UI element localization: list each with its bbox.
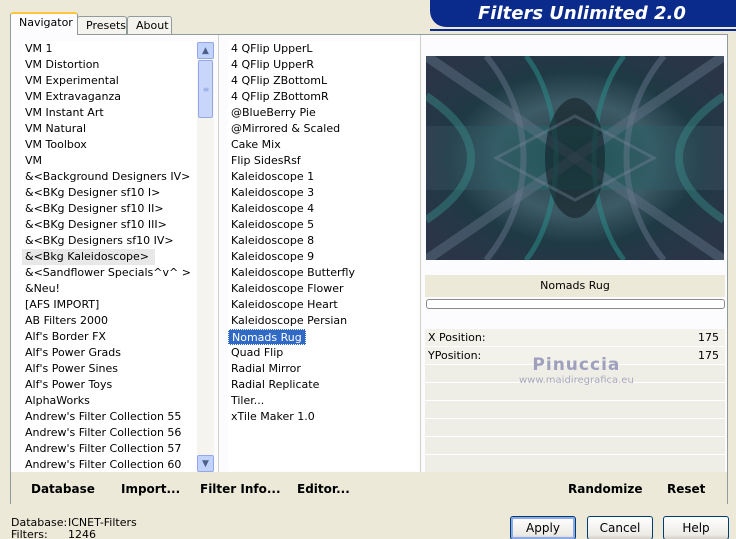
list-item[interactable]: VM Experimental (22, 73, 198, 89)
brand-title: Filters Unlimited 2.0 (430, 0, 736, 31)
param-value[interactable]: 175 (698, 349, 719, 362)
list-item[interactable]: &<Sandflower Specials^v^ > (22, 265, 198, 281)
list-item[interactable]: Andrew's Filter Collection 55 (22, 409, 198, 425)
list-item[interactable]: &<BKg Designer sf10 II> (22, 201, 198, 217)
list-item[interactable]: VM Instant Art (22, 105, 198, 121)
scroll-thumb[interactable]: ≡ (198, 60, 213, 118)
list-item[interactable]: @BlueBerry Pie (228, 105, 418, 121)
progress-bar (426, 299, 725, 309)
help-button[interactable]: Help (663, 516, 729, 539)
category-scrollbar[interactable]: ▲ ≡ ▼ (197, 42, 214, 472)
list-item[interactable]: &<BKg Designer sf10 I> (22, 185, 198, 201)
list-item[interactable]: AB Filters 2000 (22, 313, 198, 329)
list-item[interactable]: Andrew's Filter Collection 60 (22, 457, 198, 473)
list-item[interactable]: Kaleidoscope 9 (228, 249, 418, 265)
list-item[interactable]: Kaleidoscope 3 (228, 185, 418, 201)
list-item[interactable]: 4 QFlip UpperL (228, 41, 418, 57)
list-item[interactable]: Kaleidoscope Butterfly (228, 265, 418, 281)
randomize-link[interactable]: Randomize (568, 482, 642, 496)
list-item[interactable]: Flip SidesRsf (228, 153, 418, 169)
list-item[interactable]: 4 QFlip ZBottomL (228, 73, 418, 89)
list-item[interactable]: Cake Mix (228, 137, 418, 153)
list-item[interactable]: 4 QFlip UpperR (228, 57, 418, 73)
list-item[interactable]: @Mirrored & Scaled (228, 121, 418, 137)
param-label: YPosition: (428, 349, 482, 362)
watermark-url: www.maidiregrafica.eu (519, 375, 634, 386)
list-item[interactable]: Tiler... (228, 393, 418, 409)
list-item[interactable]: Kaleidoscope 8 (228, 233, 418, 249)
param-row-empty (425, 437, 725, 455)
filter-name-label: Nomads Rug (425, 275, 725, 297)
param-label: X Position: (428, 331, 486, 344)
list-item[interactable]: Kaleidoscope Heart (228, 297, 418, 313)
status-area: Database:ICNET-Filters Filters: 1246 (11, 517, 137, 539)
navigator-panel: VM 1 VM Distortion VM Experimental VM Extra… (10, 34, 728, 504)
list-item[interactable]: VM Natural (22, 121, 198, 137)
list-item[interactable]: AlphaWorks (22, 393, 198, 409)
reset-link[interactable]: Reset (667, 482, 705, 496)
scroll-up-button[interactable]: ▲ (197, 42, 214, 59)
list-item[interactable]: VM Extravaganza (22, 89, 198, 105)
list-item[interactable]: &Neu! (22, 281, 198, 297)
tab-about[interactable]: About (127, 16, 172, 34)
list-item[interactable]: [AFS IMPORT] (22, 297, 198, 313)
param-value[interactable]: 175 (698, 331, 719, 344)
filter-list[interactable]: 4 QFlip UpperL 4 QFlip UpperR 4 QFlip ZBot… (228, 41, 418, 471)
filter-info-link[interactable]: Filter Info... (200, 482, 281, 496)
tab-navigator[interactable]: Navigator (10, 12, 78, 35)
param-row-empty (425, 455, 725, 473)
list-item[interactable]: Alf's Border FX (22, 329, 198, 345)
list-item[interactable]: VM Distortion (22, 57, 198, 73)
editor-link[interactable]: Editor... (297, 482, 350, 496)
list-item[interactable]: Quad Flip (228, 345, 418, 361)
list-item[interactable]: Nomads Rug (228, 329, 306, 345)
cancel-button[interactable]: Cancel (587, 516, 653, 539)
status-filters-label: Filters: (11, 528, 48, 539)
status-filters-value: 1246 (68, 528, 96, 539)
list-item[interactable]: Radial Replicate (228, 377, 418, 393)
param-row-x-position[interactable]: X Position: 175 (425, 329, 725, 347)
watermark-title: Pinuccia (532, 355, 621, 375)
param-row-empty (425, 419, 725, 437)
tab-presets[interactable]: Presets (77, 16, 127, 34)
list-divider (218, 35, 219, 473)
list-item[interactable]: &<Background Designers IV> (22, 169, 198, 185)
scroll-down-button[interactable]: ▼ (197, 455, 214, 472)
list-item[interactable]: Alf's Power Toys (22, 377, 198, 393)
list-item[interactable]: Alf's Power Sines (22, 361, 198, 377)
list-item[interactable]: VM Toolbox (22, 137, 198, 153)
param-row-empty (425, 401, 725, 419)
list-item[interactable]: Kaleidoscope Flower (228, 281, 418, 297)
parameter-list: X Position: 175 YPosition: 175 (425, 329, 725, 473)
list-item[interactable]: Radial Mirror (228, 361, 418, 377)
category-list[interactable]: VM 1 VM Distortion VM Experimental VM Extra… (22, 41, 198, 473)
list-item[interactable]: &<Bkg Kaleidoscope> (22, 249, 156, 265)
chevron-up-icon: ▲ (202, 45, 209, 56)
preview-divider (420, 35, 421, 473)
apply-button[interactable]: Apply (510, 516, 576, 539)
list-item[interactable]: Kaleidoscope 1 (228, 169, 418, 185)
list-item[interactable]: Alf's Power Grads (22, 345, 198, 361)
list-item[interactable]: Kaleidoscope Persian (228, 313, 418, 329)
list-item[interactable]: &<BKg Designer sf10 III> (22, 217, 198, 233)
import-link[interactable]: Import... (121, 482, 180, 496)
list-item[interactable]: Andrew's Filter Collection 56 (22, 425, 198, 441)
list-item[interactable]: 4 QFlip ZBottomR (228, 89, 418, 105)
list-item[interactable]: xTile Maker 1.0 (228, 409, 418, 425)
bottom-action-bar: Database Import... Filter Info... Editor… (11, 472, 727, 504)
list-item[interactable]: Kaleidoscope 4 (228, 201, 418, 217)
filter-preview-image (426, 56, 724, 260)
list-item[interactable]: &<BKg Designers sf10 IV> (22, 233, 198, 249)
list-item[interactable]: VM 1 (22, 41, 198, 57)
chevron-down-icon: ▼ (202, 458, 209, 469)
watermark: Pinuccia www.maidiregrafica.eu (519, 355, 634, 386)
list-item[interactable]: Andrew's Filter Collection 57 (22, 441, 198, 457)
list-item[interactable]: Kaleidoscope 5 (228, 217, 418, 233)
list-item[interactable]: VM (22, 153, 198, 169)
database-link[interactable]: Database (31, 482, 95, 496)
